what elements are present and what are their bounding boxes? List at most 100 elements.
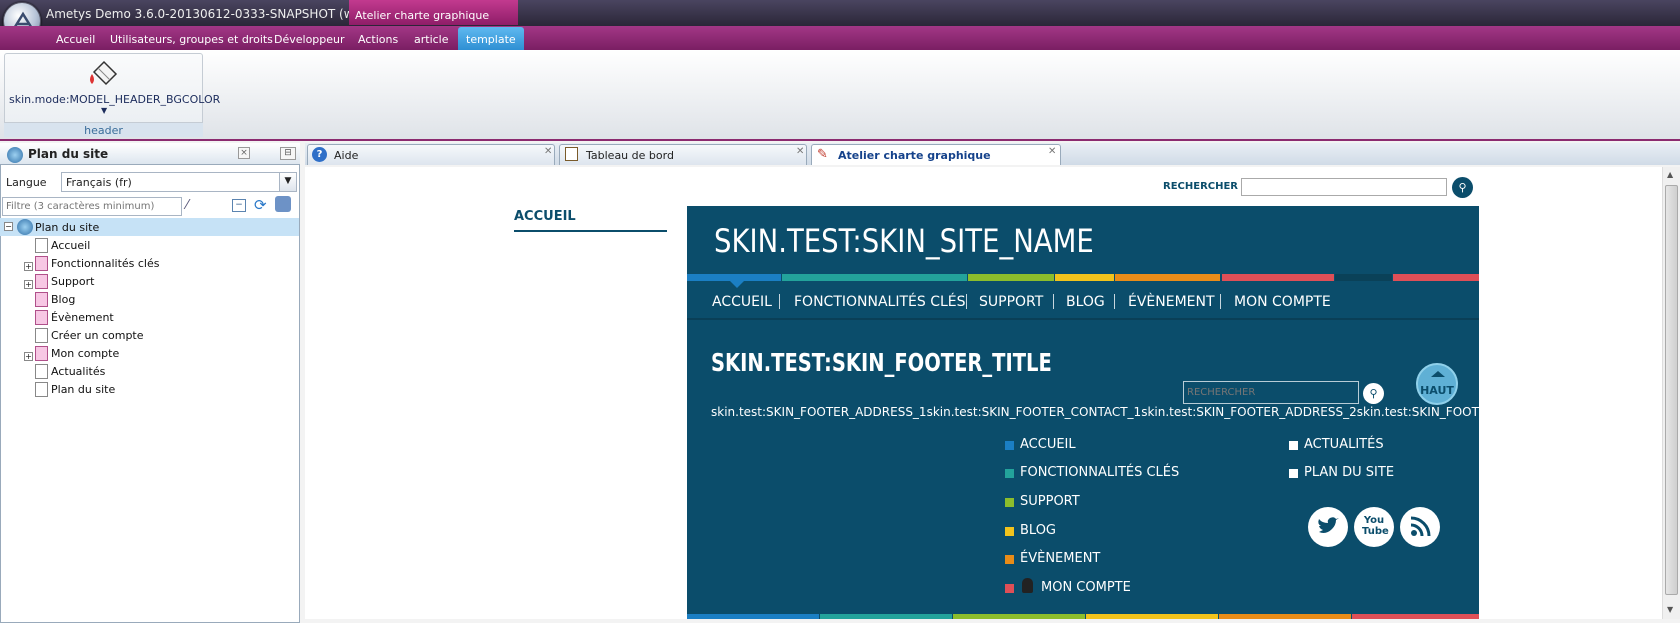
bullet-red — [1005, 584, 1014, 593]
vertical-scrollbar[interactable]: ▲ ▼ — [1662, 167, 1680, 619]
language-select[interactable]: Français (fr) — [61, 172, 297, 192]
menu-article[interactable]: article — [414, 26, 449, 50]
scroll-down-icon[interactable]: ▼ — [1667, 605, 1673, 614]
tab-label: Aide — [334, 149, 359, 162]
footer-link-evenement[interactable]: ÉVÈNEMENT — [1020, 551, 1100, 566]
footer-link-plan-du-site[interactable]: PLAN DU SITE — [1304, 465, 1394, 480]
tree-item-blog[interactable]: Blog — [51, 293, 75, 306]
color-band-green — [968, 274, 1054, 281]
page-icon — [35, 346, 48, 361]
color-band-teal — [782, 274, 967, 281]
nav-mon-compte[interactable]: MON COMPTE — [1234, 294, 1331, 310]
back-to-top-button[interactable]: HAUT — [1416, 363, 1458, 405]
bullet-green — [1005, 498, 1014, 507]
tree-item-plan-du-site[interactable]: Plan du site — [51, 383, 115, 396]
tab-atelier-charte[interactable]: Atelier charte graphique — [811, 144, 1061, 165]
tree-expand-icon[interactable]: + — [24, 280, 33, 289]
twitter-icon[interactable] — [1308, 507, 1348, 547]
tree-item-mon-compte[interactable]: Mon compte — [51, 347, 119, 360]
nav-evenement[interactable]: ÉVÈNEMENT — [1128, 294, 1215, 310]
tab-label: Tableau de bord — [586, 149, 674, 162]
bottom-band-orange — [1219, 614, 1351, 619]
ribbon-button-label[interactable]: skin.mode:MODEL_HEADER_BGCOLOR — [9, 93, 220, 106]
nav-separator — [1114, 294, 1115, 309]
ribbon-group-label: header — [4, 122, 203, 137]
globe-icon — [17, 219, 33, 235]
paint-bucket-icon[interactable] — [86, 58, 120, 90]
dashboard-icon — [565, 147, 578, 161]
footer-link-actualites[interactable]: ACTUALITÉS — [1304, 437, 1384, 452]
color-band-red — [1222, 274, 1334, 281]
close-icon[interactable]: ✕ — [1048, 147, 1058, 157]
footer-search-input[interactable] — [1183, 381, 1359, 404]
close-icon[interactable]: × — [238, 147, 250, 159]
preview-search-input[interactable] — [1241, 178, 1447, 196]
close-icon[interactable]: ✕ — [796, 147, 806, 157]
menu-actions[interactable]: Actions — [358, 26, 398, 50]
tree-item-creer-compte[interactable]: Créer un compte — [51, 329, 144, 342]
tree-item-evenement[interactable]: Évènement — [51, 311, 114, 324]
filter-input[interactable] — [2, 197, 182, 216]
clear-filter-icon[interactable]: ⁄ — [186, 198, 202, 214]
chevron-down-icon[interactable]: ▼ — [279, 173, 296, 191]
nav-fonctionnalites[interactable]: FONCTIONNALITÉS CLÉS — [794, 294, 966, 310]
color-band-yellow — [1055, 274, 1114, 281]
page-icon — [35, 238, 48, 253]
tree-item-support[interactable]: Support — [51, 275, 94, 288]
color-band-dark — [1335, 274, 1392, 281]
nav-divider — [687, 318, 1479, 320]
footer-link-accueil[interactable]: ACCUEIL — [1020, 437, 1076, 452]
tree-item-accueil[interactable]: Accueil — [51, 239, 90, 252]
side-title-underline — [514, 230, 667, 232]
color-band-red — [1393, 274, 1479, 281]
pin-icon[interactable]: ⊟ — [280, 147, 296, 160]
tree-collapse-icon[interactable]: − — [4, 222, 13, 231]
site-name: SKIN.TEST:SKIN_SITE_NAME — [714, 222, 1094, 260]
bottom-band-red — [1352, 614, 1479, 619]
page-icon — [35, 364, 48, 379]
tab-tableau-de-bord[interactable]: Tableau de bord — [559, 144, 807, 165]
lock-icon — [1022, 578, 1033, 593]
tree-expand-icon[interactable]: + — [24, 352, 33, 361]
help-icon: ? — [312, 147, 327, 162]
footer-link-support[interactable]: SUPPORT — [1020, 494, 1080, 509]
page-icon — [35, 292, 48, 307]
page-icon — [35, 382, 48, 397]
arrow-up-icon — [1431, 371, 1445, 377]
search-icon[interactable]: ⚲ — [1363, 383, 1384, 404]
tree-root[interactable]: Plan du site — [35, 221, 99, 234]
puzzle-icon[interactable] — [275, 196, 291, 212]
bullet-yellow — [1005, 527, 1014, 536]
close-icon[interactable]: ✕ — [544, 147, 554, 157]
youtube-icon[interactable]: You Tube — [1354, 507, 1394, 547]
tab-aide[interactable]: Aide — [307, 144, 555, 165]
ribbon — [0, 50, 1680, 141]
nav-support[interactable]: SUPPORT — [979, 294, 1043, 310]
tree-item-fonctionnalites[interactable]: Fonctionnalités clés — [51, 257, 160, 270]
menu-developpeur[interactable]: Développeur — [274, 26, 345, 50]
scrollbar-thumb[interactable] — [1665, 185, 1678, 595]
bottom-band-yellow — [1086, 614, 1218, 619]
menu-template[interactable]: template — [458, 27, 524, 50]
scroll-up-icon[interactable]: ▲ — [1667, 170, 1673, 179]
tree-expand-icon[interactable]: + — [24, 262, 33, 271]
search-icon[interactable]: ⚲ — [1452, 177, 1473, 198]
footer-link-blog[interactable]: BLOG — [1020, 523, 1056, 538]
tree-item-actualites[interactable]: Actualités — [51, 365, 105, 378]
tab-label: Atelier charte graphique — [838, 149, 991, 162]
menu-accueil[interactable]: Accueil — [56, 26, 95, 50]
nav-blog[interactable]: BLOG — [1066, 294, 1105, 310]
side-title: ACCUEIL — [514, 209, 576, 224]
footer-link-mon-compte[interactable]: MON COMPTE — [1041, 580, 1131, 595]
dropdown-arrow-icon[interactable]: ▼ — [101, 106, 107, 115]
nav-separator — [1220, 294, 1221, 309]
menu-utilisateurs[interactable]: Utilisateurs, groupes et droits — [110, 26, 273, 50]
nav-accueil[interactable]: ACCUEIL — [712, 294, 772, 310]
collapse-all-icon[interactable]: − — [232, 199, 246, 212]
bottom-band-blue — [687, 614, 819, 619]
bullet-teal — [1005, 469, 1014, 478]
nav-separator — [966, 294, 967, 309]
refresh-icon[interactable]: ⟳ — [254, 196, 267, 214]
footer-link-fonctionnalites[interactable]: FONCTIONNALITÉS CLÉS — [1020, 465, 1179, 480]
rss-icon[interactable] — [1400, 507, 1440, 547]
